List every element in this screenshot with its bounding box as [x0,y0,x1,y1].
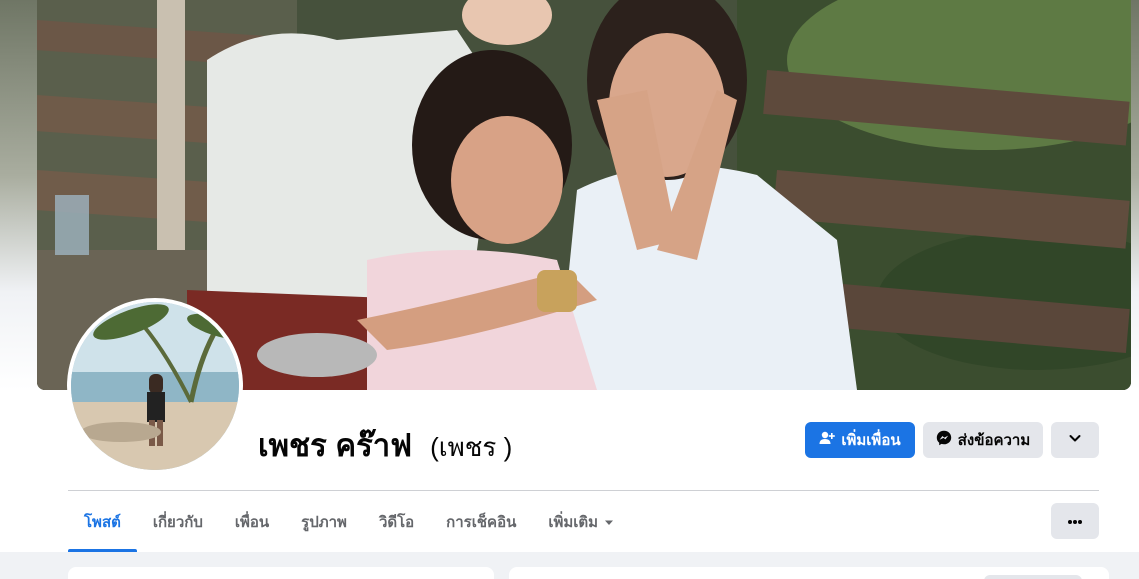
add-friend-label: เพิ่มเพื่อน [841,432,901,449]
tab-label: รูปภาพ [301,514,347,531]
filter-button[interactable] [984,575,1082,579]
tab-about[interactable]: เกี่ยวกับ [137,492,219,552]
message-label: ส่งข้อความ [957,432,1031,449]
add-friend-icon [819,430,836,450]
message-button[interactable]: ส่งข้อความ [923,422,1043,458]
profile-alternate-name: (เพชร ) [430,432,513,462]
more-horizontal-icon [1067,512,1083,530]
avatar [71,302,239,470]
tab-label: เพิ่มเติม [548,514,599,531]
chevron-down-icon [1068,431,1082,449]
profile-tabs: โพสต์ เกี่ยวกับ เพื่อน รูปภาพ วิดีโอ การ… [68,492,630,552]
tabs-options-button[interactable] [1051,503,1099,539]
profile-name-row: เพชร คร๊าฟ (เพชร ) [258,420,512,463]
tab-videos[interactable]: วิดีโอ [363,492,430,552]
tab-friends[interactable]: เพื่อน [219,492,285,552]
caret-down-icon [604,514,614,531]
tab-check-ins[interactable]: การเช็คอิน [430,492,532,552]
tab-label: เพื่อน [234,514,270,531]
tab-posts[interactable]: โพสต์ [68,492,137,552]
profile-picture[interactable] [67,298,243,474]
tab-label: โพสต์ [84,514,121,531]
messenger-icon [936,430,952,450]
add-friend-button[interactable]: เพิ่มเพื่อน [805,422,915,458]
tab-label: วิดีโอ [378,514,415,531]
profile-name: เพชร คร๊าฟ [258,428,413,463]
intro-card [68,567,494,579]
tab-more[interactable]: เพิ่มเติม [532,492,630,552]
tab-label: เกี่ยวกับ [152,514,203,531]
tab-photos[interactable]: รูปภาพ [285,492,363,552]
tab-label: การเช็คอิน [446,514,517,531]
header-divider [68,490,1099,491]
profile-more-button[interactable] [1051,422,1099,458]
